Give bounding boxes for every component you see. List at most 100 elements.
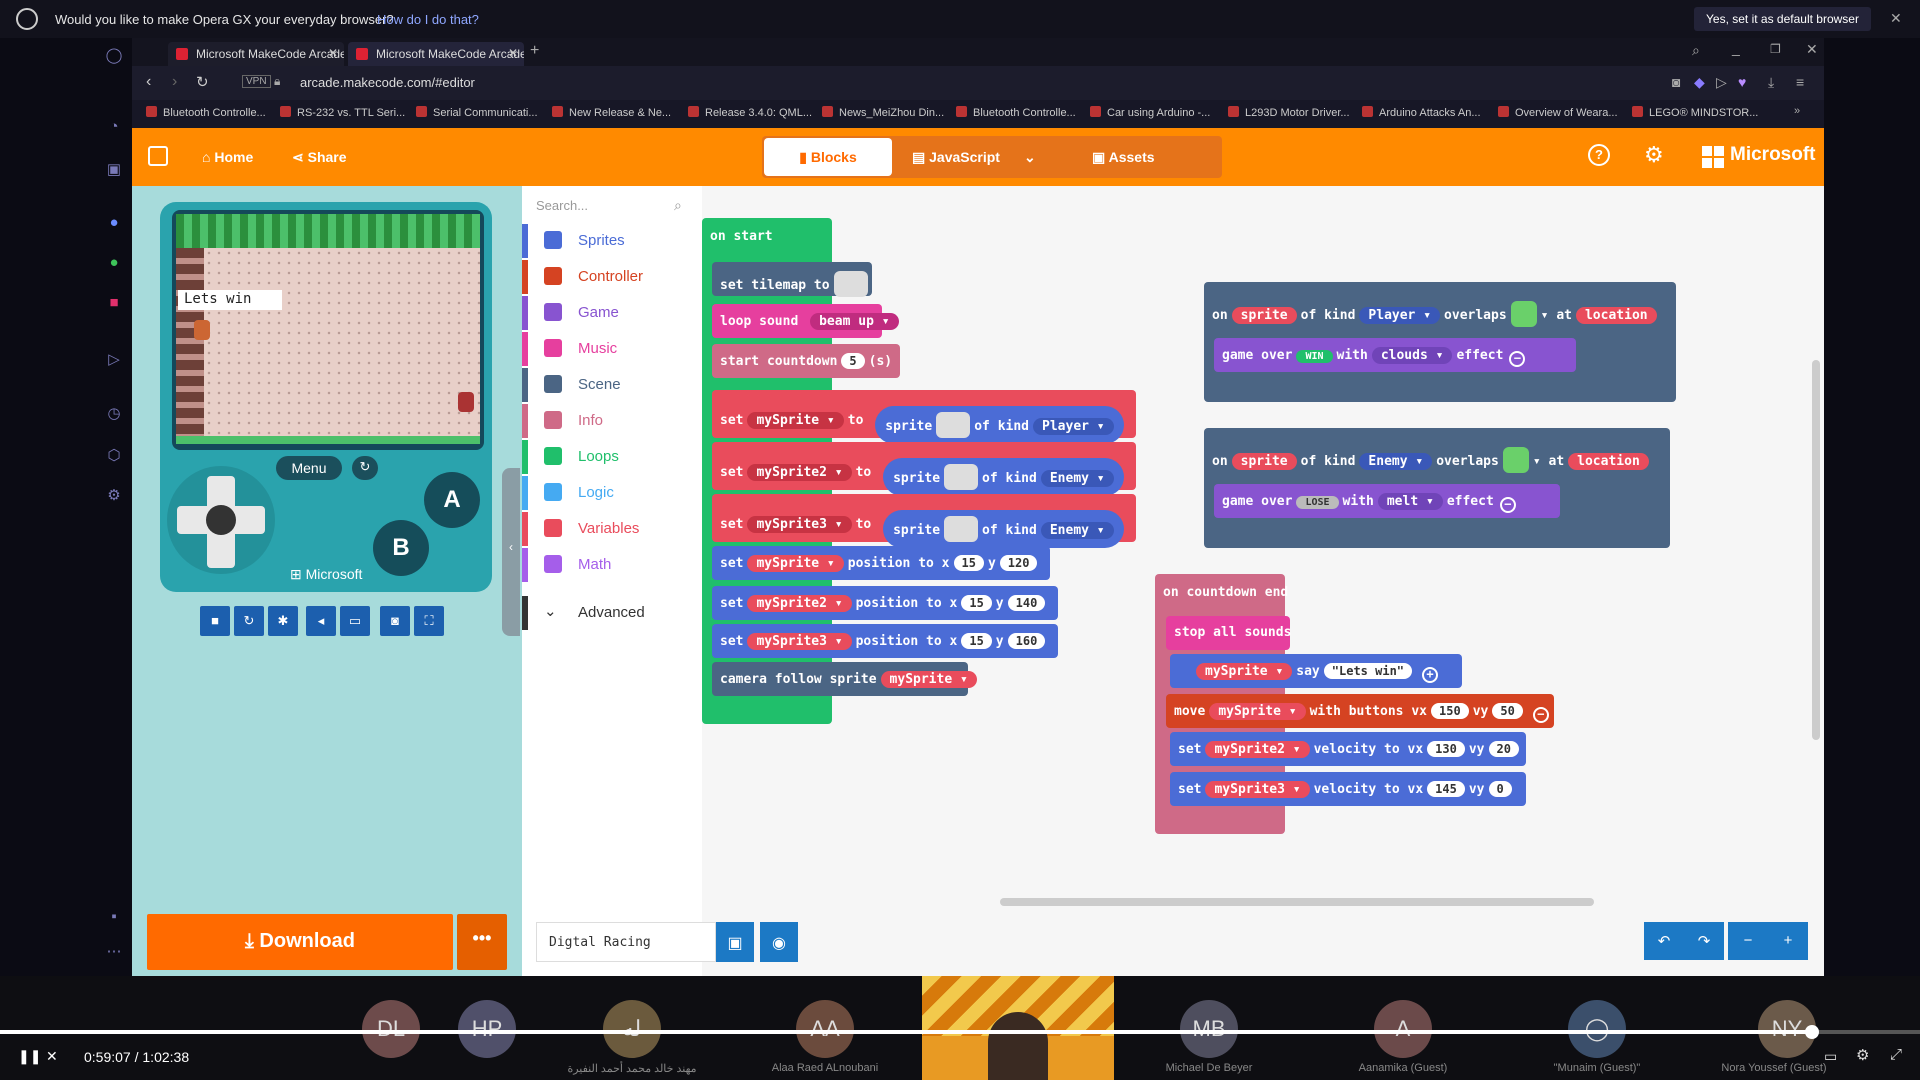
close-window-icon[interactable]: ✕	[1806, 41, 1818, 58]
bookmark-item[interactable]: L293D Motor Driver...	[1228, 106, 1350, 119]
project-name-input[interactable]: Digtal Racing	[536, 922, 716, 962]
toolbox-search-input[interactable]: Search...	[528, 192, 694, 222]
undo-icon[interactable]: ↶	[1644, 922, 1684, 960]
restore-icon[interactable]: ❐	[1770, 42, 1781, 56]
zoom-in-icon[interactable]: +	[1768, 922, 1808, 960]
on-overlap-enemy-header[interactable]: onspriteof kindEnemyoverlaps▾ atlocation	[1204, 438, 1670, 473]
pause-icon[interactable]: ❚❚	[18, 1048, 41, 1065]
sprite-param[interactable]: sprite	[1231, 307, 1297, 324]
game-screen[interactable]	[176, 214, 480, 444]
vx-value[interactable]: 150	[1431, 703, 1469, 719]
player-icon[interactable]: ▷	[104, 350, 124, 370]
avatar[interactable]: DL	[362, 1000, 420, 1058]
toolbox-logic[interactable]: Logic	[522, 476, 702, 510]
bookmark-item[interactable]: Release 3.4.0: QML...	[688, 106, 812, 119]
avatar[interactable]: HP	[458, 1000, 516, 1058]
menu-icon[interactable]: ≡	[1796, 74, 1804, 90]
home-button[interactable]: ⌂ Home	[202, 149, 253, 165]
restart-sim-icon[interactable]: ↻	[234, 606, 264, 636]
vy-value[interactable]: 20	[1488, 741, 1519, 757]
start-countdown-block[interactable]: start countdown 5 (s)	[712, 344, 900, 378]
javascript-tab[interactable]: ▤ JavaScript ⌄	[912, 149, 1036, 166]
whatsapp-icon[interactable]: ●	[104, 254, 124, 274]
a-button[interactable]: A	[424, 472, 480, 528]
game-over-win-block[interactable]: game overWINwithcloudseffect−	[1214, 338, 1576, 372]
y-value[interactable]: 140	[1007, 595, 1046, 611]
bookmark-item[interactable]: Car using Arduino -...	[1090, 106, 1210, 119]
stop-icon[interactable]: ■	[200, 606, 230, 636]
set-velocity-block-3[interactable]: setmySprite3velocity to vx145vy0	[1170, 772, 1526, 806]
x-value[interactable]: 15	[961, 595, 992, 611]
chevron-down-icon[interactable]: ▾	[1533, 454, 1541, 469]
mute-icon[interactable]: ◂	[306, 606, 336, 636]
on-countdown-end-label[interactable]: on countdown end	[1155, 576, 1288, 610]
kind-dropdown[interactable]: Enemy	[1359, 453, 1433, 470]
new-tab-icon[interactable]: +	[530, 42, 539, 60]
loop-sound-block[interactable]: loop sound beam up	[712, 304, 899, 338]
toolbox-music[interactable]: Music	[522, 332, 702, 366]
restart-icon[interactable]: ↻	[352, 456, 378, 480]
set-tilemap-block[interactable]: set tilemap to	[712, 262, 872, 297]
settings-icon[interactable]: ⚙	[1856, 1046, 1869, 1064]
sprite-of-kind-block[interactable]: sprite of kind Enemy	[883, 458, 1124, 496]
variable-dropdown[interactable]: mySprite	[1209, 703, 1306, 720]
variable-dropdown[interactable]: mySprite	[880, 671, 977, 688]
share-button[interactable]: ⋖ Share	[292, 149, 347, 166]
bookmark-item[interactable]: Bluetooth Controlle...	[146, 106, 266, 119]
location-param[interactable]: location	[1568, 453, 1649, 470]
variable-dropdown[interactable]: mySprite	[747, 555, 844, 572]
keyboard-icon[interactable]: ▭	[340, 606, 370, 636]
url-field[interactable]: arcade.makecode.com/#editor	[300, 75, 475, 90]
on-overlap-player-header[interactable]: onspriteof kindPlayeroverlaps▾ atlocatio…	[1204, 292, 1676, 327]
set-mysprite-block[interactable]: setmySpriteto spriteof kindPlayer	[712, 390, 1136, 444]
tile-thumbnail[interactable]	[1510, 301, 1537, 327]
avatar[interactable]: MB	[1180, 1000, 1238, 1058]
collapse-simulator-icon[interactable]: ‹	[502, 468, 520, 636]
avatar[interactable]: له	[603, 1000, 661, 1058]
sprite-image-thumbnail[interactable]	[936, 412, 971, 438]
say-text-value[interactable]: "Lets win"	[1323, 663, 1413, 679]
history-icon[interactable]: ◷	[104, 404, 124, 424]
variable-dropdown[interactable]: mySprite3	[1205, 781, 1310, 798]
dpad-center[interactable]	[206, 505, 236, 535]
close-icon[interactable]: ✕	[1890, 10, 1902, 27]
debug-icon[interactable]: ✱	[268, 606, 298, 636]
y-value[interactable]: 120	[999, 555, 1038, 571]
camera-icon[interactable]: ◙	[1672, 74, 1680, 90]
bookmark-item[interactable]: Overview of Weara...	[1498, 106, 1618, 119]
horizontal-scrollbar[interactable]	[1000, 898, 1594, 906]
lose-toggle[interactable]: LOSE	[1296, 496, 1339, 509]
settings-icon[interactable]: ⚙	[104, 486, 124, 506]
vx-value[interactable]: 130	[1427, 741, 1465, 757]
github-icon[interactable]: ◉	[760, 922, 798, 962]
blocks-tab[interactable]: ▮ Blocks	[764, 138, 892, 176]
instagram-icon[interactable]: ■	[104, 294, 124, 314]
toolbox-sprites[interactable]: Sprites	[522, 224, 702, 258]
set-position-block-3[interactable]: setmySprite3position to x15y160	[712, 624, 1058, 658]
sprite-of-kind-block[interactable]: sprite of kind Enemy	[883, 510, 1124, 548]
speed-dial-icon[interactable]: ◔	[104, 118, 124, 138]
close-tab-icon[interactable]: ✕	[328, 46, 338, 60]
toolbox-info[interactable]: Info	[522, 404, 702, 438]
heart-icon[interactable]: ♥	[1738, 74, 1746, 90]
location-param[interactable]: location	[1575, 307, 1657, 324]
effect-dropdown[interactable]: clouds	[1371, 347, 1453, 364]
kind-dropdown[interactable]: Enemy	[1040, 522, 1114, 539]
chevron-down-icon[interactable]: ⌄	[1024, 149, 1036, 165]
sprite-param[interactable]: sprite	[1231, 453, 1297, 470]
variable-dropdown[interactable]: mySprite	[1196, 663, 1293, 680]
bookmark-item[interactable]: Serial Communicati...	[416, 106, 538, 119]
toolbox-math[interactable]: Math	[522, 548, 702, 582]
shield-icon[interactable]: ◆	[1694, 74, 1705, 91]
toolbox-controller[interactable]: Controller	[522, 260, 702, 294]
download-button[interactable]: ⤓ Download	[147, 914, 453, 970]
vx-value[interactable]: 145	[1427, 781, 1465, 797]
variable-dropdown[interactable]: mySprite3	[747, 633, 852, 650]
chevron-down-icon[interactable]: ▾	[1541, 308, 1549, 323]
toolbox-variables[interactable]: Variables	[522, 512, 702, 546]
search-icon[interactable]: ⌕	[674, 197, 682, 214]
help-button[interactable]: ?	[1588, 144, 1610, 166]
sprite-image-thumbnail[interactable]	[944, 464, 979, 490]
toolbox-loops[interactable]: Loops	[522, 440, 702, 474]
zoom-out-icon[interactable]: −	[1728, 922, 1768, 960]
